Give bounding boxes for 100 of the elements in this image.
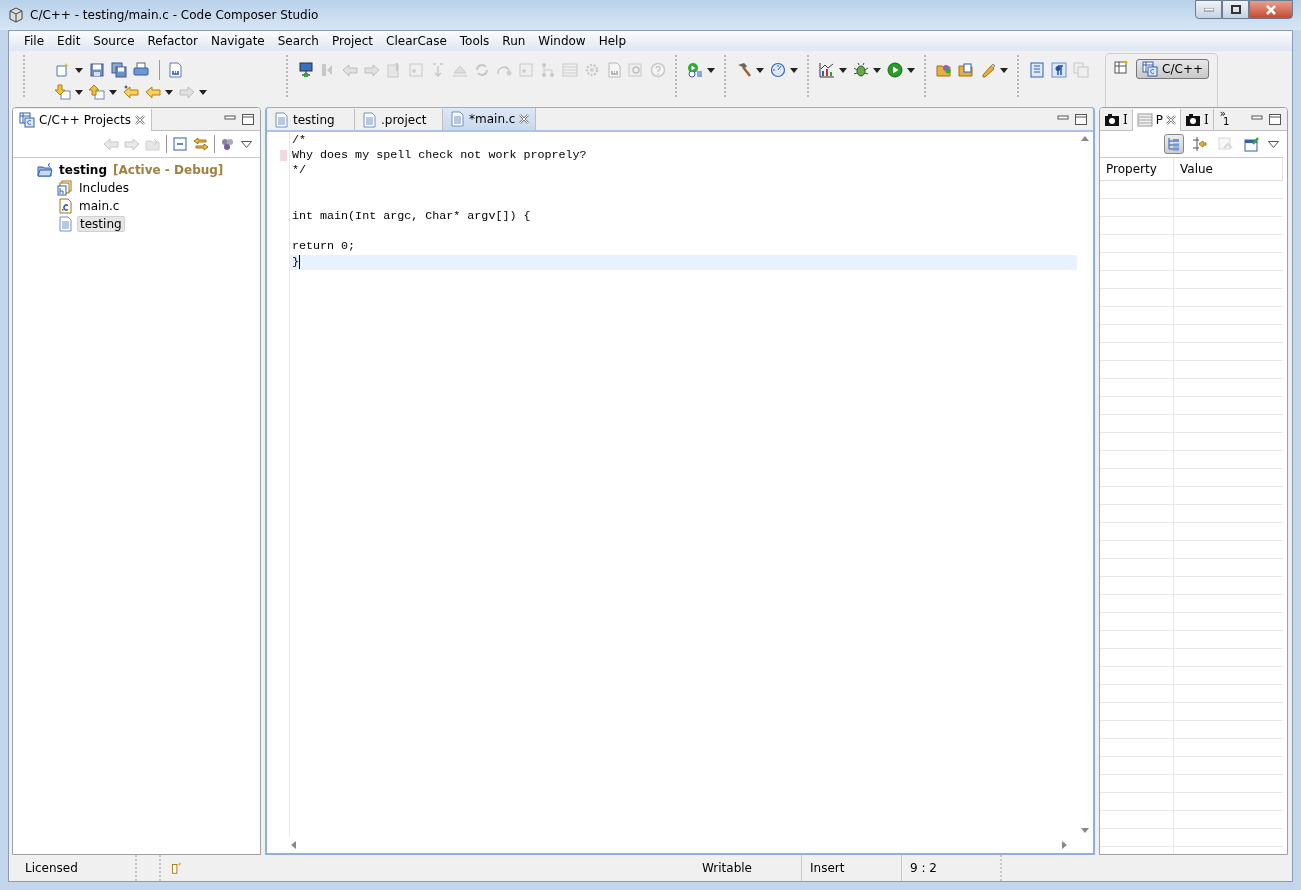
caret-icon[interactable] — [707, 67, 715, 73]
tree-item[interactable]: testing — [57, 162, 109, 178]
close-button[interactable] — [1249, 0, 1293, 19]
caret-icon[interactable] — [907, 67, 915, 73]
filter-icon[interactable] — [220, 136, 236, 152]
build-config-label: [Active - Debug] — [113, 163, 224, 177]
caret-icon[interactable] — [873, 67, 881, 73]
camera-icon — [1104, 111, 1120, 128]
pin-window-icon[interactable] — [1244, 136, 1260, 152]
folder-icon[interactable] — [936, 62, 952, 78]
file-icon — [449, 111, 465, 127]
scroll-down-icon[interactable] — [1081, 828, 1089, 833]
file-icon — [57, 216, 73, 232]
filter-arrow-icon[interactable] — [1192, 136, 1208, 152]
column-header[interactable]: Value — [1174, 158, 1283, 180]
binary-file-icon[interactable] — [167, 62, 183, 78]
menu-item[interactable]: ClearCase — [379, 32, 453, 50]
play-icon[interactable] — [887, 62, 903, 78]
code-line: */ — [292, 163, 307, 179]
camera-icon — [1185, 111, 1201, 128]
perspective-button[interactable]: C/C++ — [1136, 59, 1209, 79]
code-line: /* — [292, 133, 307, 149]
code-line: Why does my spell check not work proprely? — [292, 148, 587, 164]
c-projects-icon — [19, 112, 35, 128]
caret-icon[interactable] — [1000, 67, 1008, 73]
view-tab[interactable]: P — [1132, 109, 1181, 131]
folder-icon[interactable] — [958, 62, 974, 78]
more-views-button[interactable]: » 1 — [1213, 110, 1236, 126]
c-file-icon — [57, 198, 73, 214]
close-icon — [1265, 4, 1277, 15]
menu-item[interactable]: Refactor — [140, 32, 204, 50]
menu-item[interactable]: Search — [270, 32, 325, 50]
menu-item[interactable]: Project — [324, 32, 380, 50]
file-icon — [273, 111, 289, 128]
view-tab[interactable]: I — [1100, 109, 1133, 130]
bug-icon[interactable] — [853, 62, 869, 78]
view-tab[interactable]: C/C++ Projects — [13, 109, 153, 131]
caret-icon[interactable] — [790, 67, 798, 73]
view-menu-icon[interactable] — [1268, 140, 1279, 148]
menu-item[interactable]: Help — [591, 32, 633, 50]
restore-icon — [1230, 5, 1241, 14]
write-mode: Writable — [702, 861, 752, 875]
monitor-icon[interactable] — [298, 62, 314, 78]
caret-icon[interactable] — [75, 89, 83, 95]
close-icon[interactable] — [519, 114, 530, 124]
caret-icon[interactable] — [165, 89, 173, 95]
maximize-icon[interactable] — [242, 113, 254, 125]
menu-item[interactable]: Window — [531, 32, 592, 50]
page-icon[interactable] — [1029, 62, 1045, 78]
insert-mode: Insert — [810, 861, 845, 875]
file-icon — [361, 111, 377, 128]
include-folder-icon — [57, 180, 73, 196]
scroll-left-icon[interactable] — [291, 841, 296, 849]
floppies-icon[interactable] — [111, 62, 127, 78]
code-line: } — [292, 254, 299, 270]
scroll-right-icon[interactable] — [1062, 841, 1067, 849]
new-item-icon[interactable] — [169, 861, 183, 875]
run-icon[interactable] — [687, 62, 703, 78]
cursor-position: 9 : 2 — [910, 861, 937, 875]
close-icon[interactable] — [135, 115, 146, 125]
code-line: return 0; — [292, 239, 356, 255]
dial-icon[interactable] — [770, 62, 786, 78]
tree-icon[interactable] — [1166, 136, 1182, 152]
link-arrows-icon[interactable] — [193, 136, 209, 152]
caret-icon[interactable] — [756, 67, 764, 73]
view-menu-icon[interactable] — [241, 140, 252, 148]
menu-item[interactable]: Navigate — [203, 32, 271, 50]
menu-item[interactable]: Tools — [452, 32, 496, 50]
tree-item[interactable]: testing — [77, 216, 125, 232]
printer-icon[interactable] — [133, 62, 149, 78]
hammer-icon[interactable] — [736, 62, 752, 78]
caret-icon[interactable] — [839, 67, 847, 73]
menu-item[interactable]: Source — [86, 32, 141, 50]
pilcrow-icon[interactable] — [1051, 62, 1067, 78]
restore-button[interactable] — [1222, 0, 1249, 19]
caret-icon[interactable] — [109, 89, 117, 95]
window-title: C/C++ - testing/main.c - Code Composer Studio — [30, 8, 320, 22]
menu-item[interactable]: File — [17, 32, 51, 50]
c-projects-icon — [1142, 61, 1159, 77]
back-arrow-icon[interactable] — [123, 84, 139, 100]
open-perspective-icon[interactable] — [1114, 59, 1131, 75]
tree-item[interactable]: main.c — [77, 198, 122, 214]
menu-item[interactable]: Run — [495, 32, 532, 50]
project-folder-icon — [37, 162, 53, 178]
maximize-icon[interactable] — [1269, 113, 1281, 125]
floppy-icon[interactable] — [89, 62, 105, 78]
chart-icon[interactable] — [819, 62, 835, 78]
minimize-button[interactable] — [1195, 0, 1222, 19]
menu-item[interactable]: Edit — [50, 32, 87, 50]
caret-icon[interactable] — [75, 67, 83, 73]
scroll-up-icon[interactable] — [1081, 136, 1089, 141]
column-header[interactable]: Property — [1100, 158, 1174, 180]
minimize-icon — [1203, 7, 1214, 12]
code-line: int main(Int argc, Char* argv[]) { — [292, 208, 531, 225]
table-icon — [1136, 112, 1153, 128]
maximize-icon[interactable] — [1075, 113, 1087, 125]
editor-tab[interactable]: *main.c — [443, 108, 537, 130]
collapse-all-icon[interactable] — [172, 136, 188, 152]
tree-item[interactable]: Includes — [77, 180, 131, 196]
close-icon[interactable] — [1166, 115, 1176, 125]
